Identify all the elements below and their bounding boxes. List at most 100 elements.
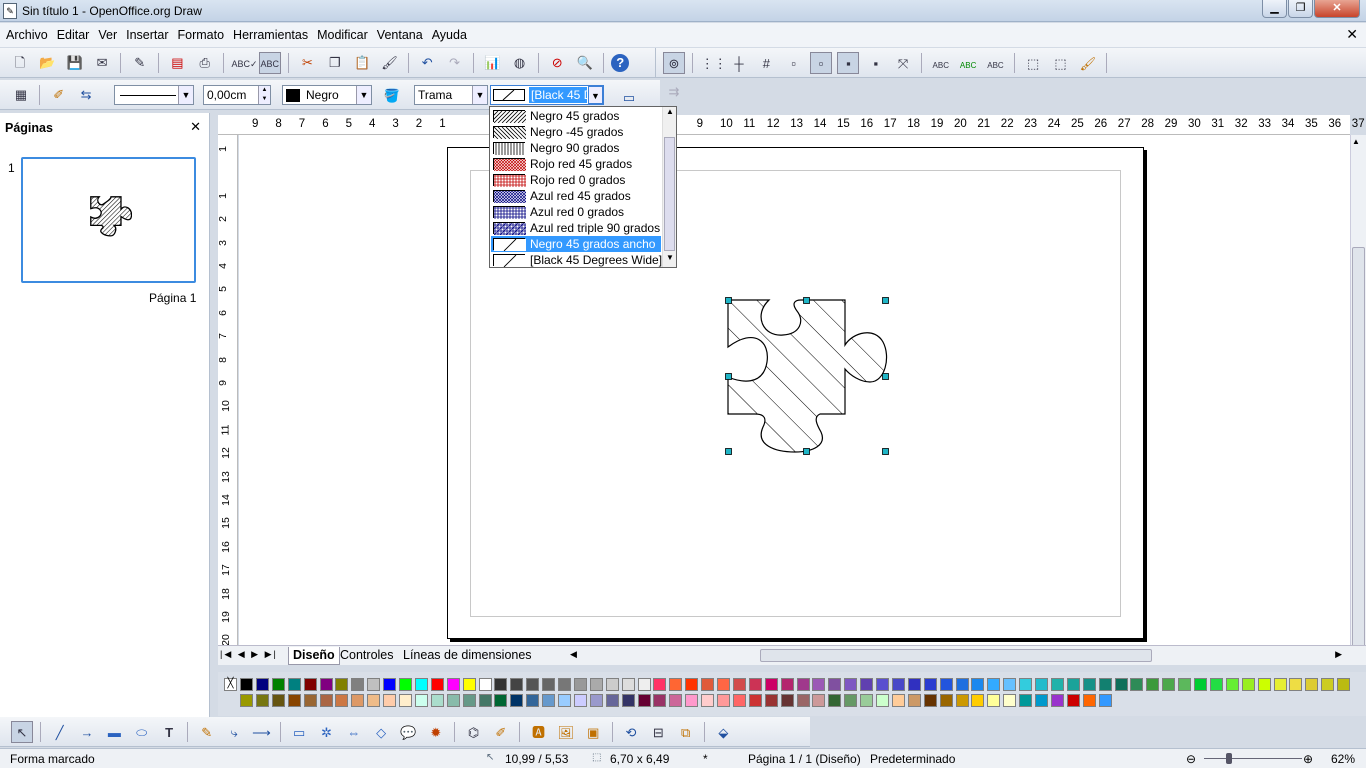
no-fill-swatch[interactable]: ╳ <box>224 678 237 691</box>
color-swatch[interactable] <box>605 678 619 691</box>
spin-buttons[interactable]: ▲ ▼ <box>258 86 270 104</box>
color-swatch[interactable] <box>446 678 460 691</box>
color-swatch[interactable] <box>462 694 476 707</box>
menu-modificar[interactable]: Modificar <box>311 23 371 42</box>
color-swatch[interactable] <box>1114 678 1128 691</box>
paintbrush-icon[interactable]: 🖌 <box>1077 53 1099 75</box>
ellipse-icon[interactable]: ⬭ <box>131 722 153 744</box>
color-swatch[interactable] <box>367 678 381 691</box>
dropdown-item[interactable]: [Black 45 Degrees Wide] <box>491 252 662 268</box>
color-swatch[interactable] <box>303 694 317 707</box>
color-swatch[interactable] <box>828 678 842 691</box>
scroll-up-icon[interactable]: ▲ <box>663 107 677 121</box>
color-swatch[interactable] <box>637 678 651 691</box>
from-file-icon[interactable]: 🖼 <box>555 722 577 744</box>
rotate-icon[interactable]: ⟲ <box>620 722 642 744</box>
stars-icon[interactable]: ✹ <box>425 722 447 744</box>
color-swatch[interactable] <box>621 678 635 691</box>
dropdown-item[interactable]: Rojo red 45 grados <box>481 156 661 172</box>
color-swatch[interactable] <box>335 678 349 691</box>
line-icon[interactable]: ✐ <box>48 84 70 106</box>
styles-icon[interactable]: ▦ <box>10 84 32 106</box>
color-swatch[interactable] <box>844 694 858 707</box>
menu-archivo[interactable]: Archivo <box>0 23 51 42</box>
block-arrows-icon[interactable]: ⇔ <box>343 722 365 744</box>
color-swatch[interactable] <box>1066 678 1080 691</box>
color-swatch[interactable] <box>732 694 746 707</box>
zoom-out-icon[interactable]: ⊖ <box>1186 752 1196 766</box>
color-swatch[interactable] <box>605 694 619 707</box>
dropdown-item[interactable]: Negro 90 grados <box>491 140 661 156</box>
color-swatch[interactable] <box>1082 694 1096 707</box>
color-swatch[interactable] <box>685 678 699 691</box>
color-swatch[interactable] <box>1035 678 1048 691</box>
color-swatch[interactable] <box>1289 678 1303 691</box>
arrange-icon[interactable]: ⧉ <box>675 722 697 744</box>
close-document-icon[interactable]: ✕ <box>1346 26 1358 43</box>
extrusion-icon[interactable]: ⇉ <box>663 81 685 103</box>
color-swatch[interactable] <box>351 678 365 691</box>
color-swatch[interactable] <box>971 694 985 707</box>
color-swatch[interactable] <box>1257 678 1271 691</box>
zoom-slider-thumb[interactable] <box>1226 753 1232 764</box>
dropdown-item[interactable]: Negro 45 grados ancho <box>491 236 661 252</box>
tab-controles[interactable]: Controles <box>336 647 398 665</box>
scroll-right-icon[interactable]: ▶ <box>1335 649 1342 660</box>
vertical-scrollbar[interactable]: ▲ <box>1350 135 1366 647</box>
color-swatch[interactable] <box>1003 694 1017 707</box>
color-swatch[interactable] <box>812 694 826 707</box>
color-swatch[interactable] <box>796 678 810 691</box>
color-swatch[interactable] <box>319 678 333 691</box>
cut-icon[interactable]: ✂ <box>296 52 318 74</box>
color-swatch[interactable] <box>494 694 508 707</box>
color-swatch[interactable] <box>1035 694 1048 707</box>
color-swatch[interactable] <box>748 694 762 707</box>
vertical-scroll-thumb[interactable] <box>1352 247 1365 647</box>
rectangle-icon[interactable]: ▬ <box>103 722 125 744</box>
color-swatch[interactable] <box>335 694 349 707</box>
text-abc-check-icon[interactable]: ABC <box>984 55 1006 77</box>
menu-formato[interactable]: Formato <box>172 23 228 42</box>
scroll-down-icon[interactable]: ▼ <box>663 253 677 267</box>
email-icon[interactable]: ✉ <box>91 52 113 74</box>
export-pdf-icon[interactable]: ▤ <box>166 52 188 74</box>
points-icon[interactable]: ⊚ <box>663 52 685 74</box>
color-swatch[interactable] <box>1241 678 1255 691</box>
color-swatch[interactable] <box>907 694 921 707</box>
snap-object-frame-icon[interactable]: ▪ <box>837 52 860 74</box>
horizontal-scroll-thumb[interactable] <box>760 649 1152 662</box>
save-icon[interactable]: 💾 <box>64 52 86 74</box>
color-swatch[interactable] <box>494 678 508 691</box>
puzzle-shape[interactable] <box>725 297 889 455</box>
color-swatch[interactable] <box>1130 678 1144 691</box>
help-icon[interactable]: ? <box>611 54 630 72</box>
color-swatch[interactable] <box>939 678 953 691</box>
color-swatch[interactable] <box>287 694 301 707</box>
color-swatch[interactable] <box>558 694 571 707</box>
color-swatch[interactable] <box>828 694 842 707</box>
color-swatch[interactable] <box>732 678 746 691</box>
edit-file-icon[interactable]: ✎ <box>129 52 151 74</box>
color-swatch[interactable] <box>939 694 953 707</box>
horizontal-ruler[interactable]: 9 8 7 6 5 4 3 2 1 9 10 11 12 13 14 15 16 17 18 19 20 21 22 23 24… <box>218 115 1365 135</box>
color-swatch[interactable] <box>573 694 587 707</box>
color-swatch[interactable] <box>589 694 603 707</box>
color-swatch[interactable] <box>669 678 683 691</box>
menu-ver[interactable]: Ver <box>92 23 120 42</box>
color-swatch[interactable] <box>764 694 778 707</box>
color-swatch[interactable] <box>399 694 412 707</box>
color-swatch[interactable] <box>1066 694 1080 707</box>
color-swatch[interactable] <box>1019 678 1033 691</box>
chart-icon[interactable]: 📊 <box>481 52 503 74</box>
minimize-button[interactable]: ▁ <box>1262 0 1287 18</box>
glue-points-icon[interactable]: ✐ <box>490 722 512 744</box>
menu-editar[interactable]: Editar <box>51 23 93 42</box>
clone-format-icon[interactable]: 🖌 <box>379 52 401 74</box>
color-swatch[interactable] <box>319 694 333 707</box>
snap-page-margin-icon[interactable]: ▫ <box>810 52 833 74</box>
color-swatch[interactable] <box>701 678 715 691</box>
color-swatch[interactable] <box>430 678 444 691</box>
color-swatch[interactable] <box>526 694 540 707</box>
color-swatch[interactable] <box>589 678 603 691</box>
select-icon[interactable]: ↖ <box>11 721 33 743</box>
